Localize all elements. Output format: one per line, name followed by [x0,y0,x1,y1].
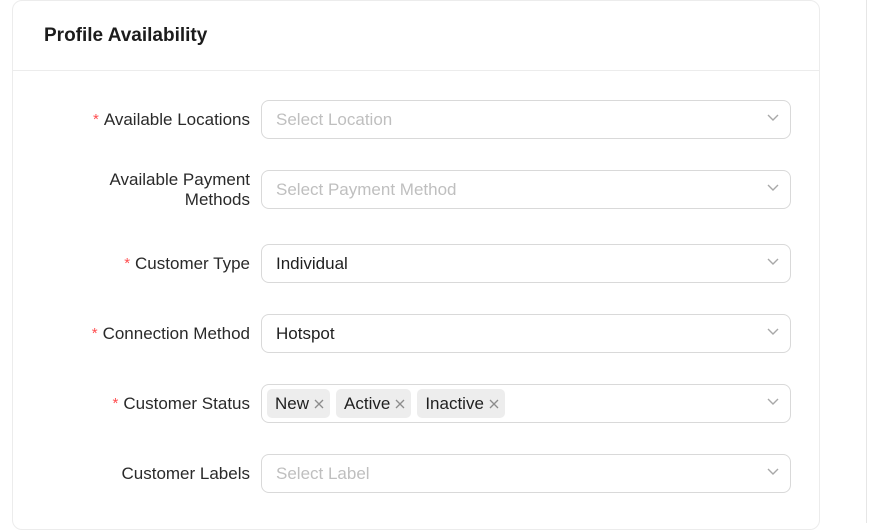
tag-label: New [275,393,310,413]
available-payment-methods-label-line1: Available Payment [109,170,251,189]
chevron-down-icon [767,258,779,267]
profile-availability-card: Profile Availability * Available Locatio… [12,0,820,530]
available-locations-label: * Available Locations [93,100,250,140]
chevron-down-icon [767,468,779,477]
available-payment-methods-label: Available Payment Methods [110,170,251,210]
window-edge-divider [866,0,867,523]
available-payment-methods-select[interactable]: Select Payment Method [261,170,791,209]
connection-method-value: Hotspot [276,323,335,343]
available-locations-placeholder: Select Location [276,109,393,129]
required-marker: * [92,111,99,128]
form-row-customer-labels: Customer Labels Select Label [13,454,821,494]
connection-method-select[interactable]: Hotspot [261,314,791,353]
form-row-customer-type: * Customer Type Individual [13,244,821,284]
customer-labels-label-text: Customer Labels [121,464,250,483]
close-icon[interactable] [313,398,325,410]
required-marker: * [124,255,131,272]
customer-labels-select[interactable]: Select Label [261,454,791,493]
selected-tags: New Active Inactive [267,389,505,418]
available-locations-label-text: Available Locations [103,110,250,129]
connection-method-label-text: Connection Method [102,324,250,343]
chevron-down-icon [767,398,779,407]
form-row-available-locations: * Available Locations Select Location [13,100,821,140]
form-row-available-payment-methods: Available Payment Methods Select Payment… [13,170,821,210]
chevron-down-icon [767,184,779,193]
customer-type-value: Individual [276,253,348,273]
customer-status-label-text: Customer Status [123,394,250,413]
form-row-customer-status: * Customer Status New Active Inactive [13,384,821,424]
customer-labels-label: Customer Labels [121,454,250,494]
customer-type-label: * Customer Type [124,244,250,284]
available-payment-methods-label-line2: Methods [184,190,250,209]
connection-method-label: * Connection Method [92,314,250,354]
tag-active: Active [336,389,412,418]
form-row-connection-method: * Connection Method Hotspot [13,314,821,354]
customer-type-select[interactable]: Individual [261,244,791,283]
chevron-down-icon [767,114,779,123]
customer-labels-placeholder: Select Label [276,463,370,483]
close-icon[interactable] [394,398,406,410]
tag-label: Inactive [425,393,484,413]
tag-new: New [267,389,331,418]
available-locations-select[interactable]: Select Location [261,100,791,139]
available-payment-methods-placeholder: Select Payment Method [276,179,457,199]
customer-status-label: * Customer Status [113,384,250,424]
chevron-down-icon [767,328,779,337]
customer-status-multiselect[interactable]: New Active Inactive [261,384,791,423]
required-marker: * [112,395,119,412]
close-icon[interactable] [488,398,500,410]
customer-type-label-text: Customer Type [135,254,250,273]
card-header: Profile Availability [13,1,819,71]
tag-label: Active [344,393,391,413]
tag-inactive: Inactive [417,389,505,418]
card-title: Profile Availability [44,24,208,46]
required-marker: * [91,325,98,342]
